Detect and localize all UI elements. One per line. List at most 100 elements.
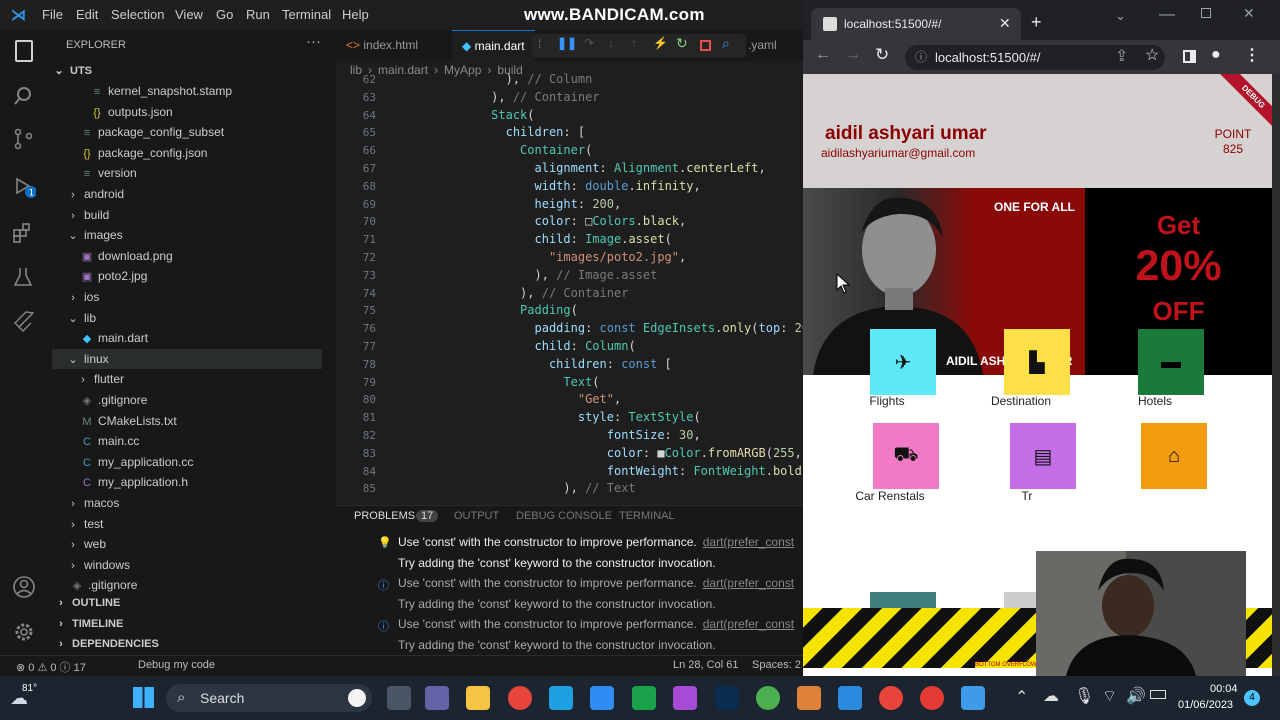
back-icon[interactable]: ← bbox=[815, 46, 831, 64]
files-icon[interactable] bbox=[15, 40, 33, 62]
problems-status[interactable]: ⊗ 0 ⚠ 0 ⓘ 17 bbox=[16, 659, 86, 675]
category-building[interactable]: ▙ bbox=[1004, 329, 1070, 395]
problem-item[interactable]: Use 'const' with the constructor to impr… bbox=[398, 576, 794, 590]
tree-item[interactable]: › ios bbox=[66, 287, 99, 307]
volume-icon[interactable]: 🔊 bbox=[1126, 686, 1146, 706]
chrome-dev-icon[interactable] bbox=[756, 686, 780, 710]
menu-terminal[interactable]: Terminal bbox=[282, 7, 331, 22]
tree-item[interactable]: ▣ download.png bbox=[80, 246, 173, 266]
pause-icon[interactable]: ❚❚ bbox=[557, 36, 577, 50]
tree-item[interactable]: ⌄ lib bbox=[66, 308, 96, 328]
site-info-icon[interactable]: ⓘ bbox=[915, 45, 927, 70]
problem-item[interactable]: Use 'const' with the constructor to impr… bbox=[398, 535, 794, 549]
battery-icon[interactable] bbox=[1150, 690, 1166, 699]
menu-run[interactable]: Run bbox=[246, 7, 270, 22]
close-tab-icon[interactable]: ✕ bbox=[999, 15, 1011, 32]
menu-selection[interactable]: Selection bbox=[111, 7, 164, 22]
tree-item[interactable]: Cmy_application.h bbox=[80, 472, 188, 492]
menu-help[interactable]: Help bbox=[342, 7, 369, 22]
hot-reload-icon[interactable]: ⚡ bbox=[653, 36, 668, 50]
section-outline[interactable]: › OUTLINE bbox=[54, 593, 120, 613]
git-app-icon[interactable] bbox=[797, 686, 821, 710]
tree-item[interactable]: ⌄ images bbox=[66, 225, 122, 245]
category-house[interactable]: ⌂ bbox=[1141, 423, 1207, 489]
tree-item[interactable]: {} package_config.json bbox=[80, 143, 207, 163]
tab-problems[interactable]: PROBLEMS bbox=[354, 510, 415, 522]
tab-index-html[interactable]: <> index.html bbox=[336, 30, 428, 61]
share-icon[interactable]: ⇪ bbox=[1115, 46, 1128, 66]
tree-item[interactable]: › windows bbox=[66, 555, 130, 575]
tree-item[interactable]: ◈ .gitignore bbox=[80, 390, 148, 410]
profile-icon[interactable]: ● bbox=[1211, 46, 1221, 64]
xbox-icon[interactable] bbox=[632, 686, 656, 710]
tree-item[interactable]: Cmy_application.cc bbox=[80, 452, 193, 472]
bookmark-star-icon[interactable]: ☆ bbox=[1145, 45, 1159, 65]
tab-search-icon[interactable]: ⌄ bbox=[1115, 8, 1126, 24]
page-scrollbar[interactable] bbox=[1272, 74, 1280, 676]
tree-item[interactable]: › android bbox=[66, 184, 124, 204]
chrome-menu-icon[interactable]: ⋮ bbox=[1244, 45, 1260, 65]
category-train[interactable]: ▤ bbox=[1010, 423, 1076, 489]
tree-root-uts[interactable]: ⌄ UTS bbox=[52, 61, 92, 81]
tree-item[interactable]: ≡ package_config_subset bbox=[80, 122, 224, 142]
testing-icon[interactable] bbox=[12, 266, 36, 290]
restart-icon[interactable]: ↻ bbox=[676, 35, 688, 52]
section-timeline[interactable]: › TIMELINE bbox=[54, 614, 123, 634]
tree-item[interactable]: ◆ main.dart bbox=[80, 328, 148, 348]
category-car[interactable]: ⛟ bbox=[873, 423, 939, 489]
tree-item[interactable]: {} outputs.json bbox=[90, 102, 172, 122]
indentation-status[interactable]: Spaces: 2 bbox=[752, 659, 801, 671]
photos-icon[interactable] bbox=[961, 686, 985, 710]
drag-handle-icon[interactable]: ⁞ bbox=[538, 37, 541, 51]
step-into-icon[interactable]: ↓ bbox=[608, 36, 614, 50]
chrome-icon[interactable] bbox=[508, 686, 532, 710]
clock-time[interactable]: 00:04 bbox=[1210, 683, 1238, 695]
tab-output[interactable]: OUTPUT bbox=[454, 510, 499, 522]
step-out-icon[interactable]: ↑ bbox=[631, 36, 637, 50]
tree-item[interactable]: › test bbox=[66, 514, 103, 534]
flutter-icon[interactable] bbox=[12, 310, 36, 334]
code-view[interactable]: 62 ), // Column 63 ), // Container 64 Stac… bbox=[336, 72, 803, 505]
account-icon[interactable] bbox=[12, 575, 36, 599]
problem-source[interactable]: dart(prefer_const bbox=[703, 617, 794, 631]
record-icon[interactable] bbox=[920, 686, 944, 710]
store-icon[interactable] bbox=[590, 686, 614, 710]
tab-debug-console[interactable]: DEBUG CONSOLE bbox=[516, 510, 612, 522]
cursor-position[interactable]: Ln 28, Col 61 bbox=[673, 659, 738, 671]
reload-icon[interactable]: ↻ bbox=[875, 45, 889, 65]
stop-icon[interactable] bbox=[700, 40, 711, 51]
category-partial-tile[interactable] bbox=[870, 592, 936, 608]
vscode-taskbar-icon[interactable] bbox=[838, 686, 862, 710]
menu-edit[interactable]: Edit bbox=[76, 7, 98, 22]
browser-tab[interactable]: localhost:51500/#/ ✕ bbox=[811, 8, 1021, 40]
run-debug-icon[interactable]: 1 bbox=[12, 175, 37, 199]
category-bed[interactable]: ▬ bbox=[1138, 329, 1204, 395]
category-airplane[interactable]: ✈ bbox=[870, 329, 936, 395]
photoshop-icon[interactable] bbox=[715, 686, 739, 710]
section-dependencies[interactable]: › DEPENDENCIES bbox=[54, 634, 159, 654]
edge-icon[interactable] bbox=[549, 686, 573, 710]
tree-item[interactable]: › build bbox=[66, 205, 109, 225]
start-windows-icon[interactable] bbox=[133, 687, 154, 708]
side-panel-icon[interactable] bbox=[1183, 50, 1196, 63]
settings-gear-icon[interactable] bbox=[12, 620, 36, 644]
tab-terminal[interactable]: TERMINAL bbox=[619, 510, 675, 522]
tree-item[interactable]: › macos bbox=[66, 493, 119, 513]
tree-item[interactable]: › web bbox=[66, 534, 106, 554]
problem-source[interactable]: dart(prefer_const bbox=[703, 535, 794, 549]
file-explorer-icon[interactable] bbox=[387, 686, 411, 710]
menu-view[interactable]: View bbox=[175, 7, 203, 22]
search-icon[interactable] bbox=[12, 85, 36, 109]
debug-status[interactable]: Debug my code bbox=[138, 659, 215, 671]
close-window-icon[interactable]: ✕ bbox=[1243, 5, 1255, 22]
teams-chat-icon[interactable] bbox=[425, 686, 449, 710]
tree-item[interactable]: ⌄ linux bbox=[52, 348, 322, 369]
tab-yaml[interactable]: .yaml bbox=[738, 30, 787, 61]
folder-icon[interactable] bbox=[466, 686, 490, 710]
forward-icon[interactable]: → bbox=[845, 46, 861, 64]
tree-item[interactable]: ▣ poto2.jpg bbox=[80, 266, 148, 286]
new-tab-icon[interactable]: + bbox=[1031, 12, 1042, 33]
extensions-icon[interactable] bbox=[12, 222, 36, 246]
tree-item[interactable]: M CMakeLists.txt bbox=[80, 411, 176, 431]
tree-item[interactable]: › flutter bbox=[76, 369, 124, 389]
